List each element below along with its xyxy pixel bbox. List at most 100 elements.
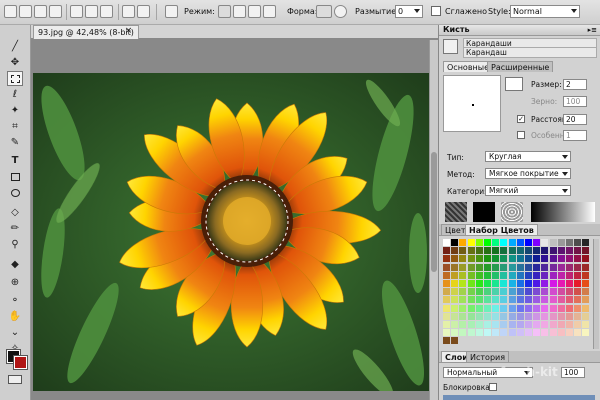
color-swatch[interactable] (443, 280, 450, 287)
color-swatch[interactable] (549, 255, 557, 263)
texture-gradient[interactable] (531, 202, 595, 222)
color-swatch[interactable] (443, 329, 450, 337)
close-icon[interactable]: × (124, 27, 133, 36)
color-swatch[interactable] (541, 329, 549, 337)
color-swatch[interactable] (557, 271, 565, 279)
color-swatch[interactable] (467, 321, 475, 328)
color-swatch[interactable] (451, 255, 459, 263)
document-tab[interactable]: 93.jpg @ 42,48% (8-bit) (33, 25, 139, 39)
color-swatch[interactable] (467, 288, 475, 296)
color-swatch[interactable] (516, 304, 524, 312)
color-swatch[interactable] (508, 247, 516, 255)
color-swatch[interactable] (557, 263, 565, 271)
color-swatch[interactable] (467, 263, 475, 271)
color-swatch[interactable] (516, 239, 524, 246)
color-swatch[interactable] (541, 255, 549, 263)
opacity-input[interactable]: 100 (561, 367, 585, 378)
color-swatch[interactable] (508, 312, 516, 320)
color-swatch[interactable] (500, 337, 507, 344)
color-swatch[interactable] (508, 271, 516, 279)
vertical-scrollbar[interactable] (429, 40, 438, 400)
color-swatch[interactable] (541, 239, 549, 246)
color-swatch[interactable] (566, 247, 573, 255)
color-swatch[interactable] (550, 337, 557, 344)
quickmask-icon[interactable] (8, 375, 22, 384)
color-swatch[interactable] (533, 329, 541, 337)
brush-tip-shape-icon[interactable] (505, 77, 523, 91)
color-swatch[interactable] (533, 296, 541, 304)
brush-panel-header[interactable]: Кисть ▸≡ (439, 25, 600, 36)
color-swatch[interactable] (484, 312, 491, 320)
color-swatch[interactable] (451, 296, 459, 304)
color-swatch[interactable] (508, 329, 516, 337)
color-swatch[interactable] (467, 280, 475, 287)
canvas-image[interactable] (33, 73, 429, 391)
color-swatch[interactable] (557, 304, 565, 312)
copy-icon[interactable] (85, 5, 98, 18)
color-swatch[interactable] (459, 296, 467, 304)
color-swatch[interactable] (484, 247, 491, 255)
special-checkbox[interactable] (517, 131, 525, 139)
marquee-tool-option-icon[interactable] (165, 5, 178, 18)
color-swatch[interactable] (533, 304, 541, 312)
color-swatch[interactable] (492, 247, 500, 255)
eyedropper-tool[interactable]: ✎ (7, 135, 23, 150)
redo-icon[interactable] (137, 5, 150, 18)
open-icon[interactable] (19, 5, 32, 18)
tab-advanced[interactable]: Расширенные (487, 61, 554, 72)
color-swatch[interactable] (549, 263, 557, 271)
cut-icon[interactable] (70, 5, 83, 18)
color-swatch[interactable] (484, 255, 491, 263)
color-swatch[interactable] (500, 255, 508, 263)
color-swatch[interactable] (492, 288, 500, 296)
shape-ellipse-icon[interactable] (334, 5, 347, 18)
scrollbar-thumb[interactable] (431, 152, 437, 272)
color-swatch[interactable] (541, 280, 549, 287)
color-swatch[interactable] (475, 288, 483, 296)
color-swatch[interactable] (557, 329, 565, 337)
spacing-input[interactable]: 20 (563, 114, 587, 125)
color-swatch[interactable] (557, 255, 565, 263)
color-swatch[interactable] (549, 271, 557, 279)
color-swatch[interactable] (582, 288, 590, 296)
color-swatch[interactable] (566, 337, 573, 344)
save-icon[interactable] (34, 5, 47, 18)
brush-preset-icon[interactable] (443, 39, 458, 54)
color-swatch[interactable] (484, 288, 491, 296)
color-swatch[interactable] (549, 296, 557, 304)
print-icon[interactable] (49, 5, 62, 18)
color-swatch[interactable] (541, 271, 549, 279)
color-swatch[interactable] (582, 271, 590, 279)
color-swatch[interactable] (516, 263, 524, 271)
brush-preset-sub[interactable]: Карандаш (463, 47, 597, 58)
color-swatch[interactable] (459, 304, 467, 312)
color-swatch[interactable] (533, 321, 541, 328)
color-swatch[interactable] (484, 321, 491, 328)
color-swatch[interactable] (533, 239, 541, 246)
color-swatch[interactable] (582, 247, 590, 255)
color-swatch[interactable] (549, 280, 557, 287)
color-swatch[interactable] (516, 247, 524, 255)
color-swatch[interactable] (566, 296, 573, 304)
color-swatch[interactable] (500, 280, 508, 287)
color-swatch[interactable] (459, 271, 467, 279)
text-tool[interactable]: T (7, 153, 23, 168)
color-swatch[interactable] (533, 337, 540, 344)
color-swatch[interactable] (566, 280, 573, 287)
color-swatch[interactable] (574, 271, 582, 279)
color-swatch[interactable] (500, 263, 508, 271)
color-swatch[interactable] (459, 337, 466, 344)
color-swatch[interactable] (467, 296, 475, 304)
new-file-icon[interactable] (4, 5, 17, 18)
size-input[interactable]: 2 (563, 79, 587, 90)
color-swatch[interactable] (467, 312, 475, 320)
rectangle-tool[interactable] (7, 169, 23, 184)
color-swatch[interactable] (582, 239, 590, 246)
color-swatch[interactable] (574, 280, 582, 287)
grain-input[interactable]: 100 (563, 96, 587, 107)
color-swatch[interactable] (525, 304, 532, 312)
color-swatch[interactable] (557, 312, 565, 320)
texture-swatch-2[interactable] (473, 202, 495, 222)
color-swatch[interactable] (475, 263, 483, 271)
smooth-checkbox[interactable] (431, 6, 441, 16)
